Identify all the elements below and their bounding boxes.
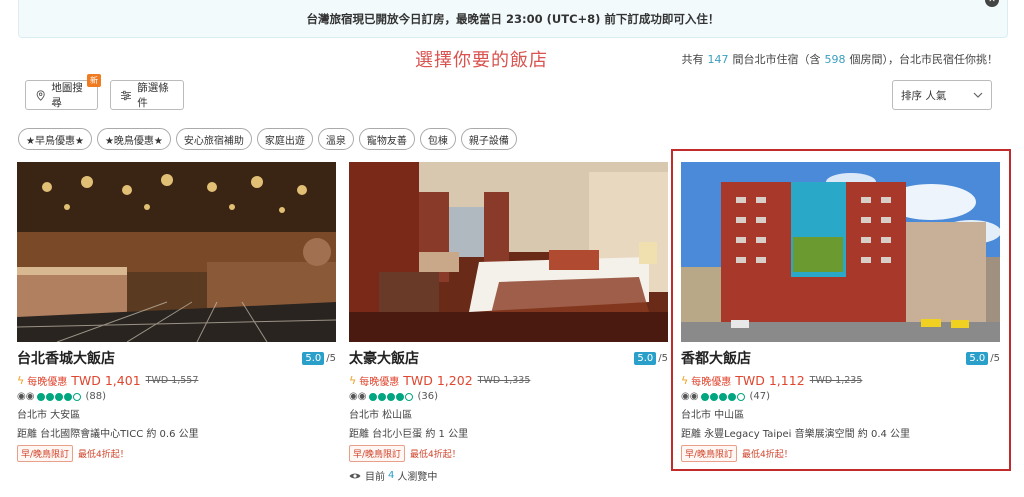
tag-whole-building[interactable]: 包棟 <box>419 128 456 150</box>
promo-row: 早/晚鳥限訂 最低4折起！ <box>349 445 668 462</box>
hotel-name[interactable]: 太豪大飯店 <box>349 348 419 368</box>
promo-row: 早/晚鳥限訂 最低4折起！ <box>17 445 336 462</box>
sort-label: 排序 人氣 <box>901 89 947 102</box>
selection-highlight-box <box>671 149 1011 471</box>
eye-icon <box>349 473 361 478</box>
filter-tags: ★早鳥優惠★ ★晚鳥優惠★ 安心旅宿補助 家庭出遊 溫泉 寵物友善 包棟 親子設… <box>18 128 517 150</box>
tag-kids-facilities[interactable]: 親子設備 <box>460 128 517 150</box>
lightning-icon: ϟ <box>349 374 357 387</box>
new-badge: 新 <box>87 74 101 87</box>
live-viewers: 目前 4 人瀏覽中 <box>349 468 668 483</box>
hotel-original-price: TWD 1,557 <box>145 375 199 386</box>
hotel-district: 台北市 松山區 <box>349 410 413 421</box>
room-count: 598 <box>824 53 846 66</box>
rating-dots <box>369 392 414 401</box>
rating-dots <box>37 392 82 401</box>
map-search-button[interactable]: 地圖搜尋 新 <box>25 74 101 110</box>
tag-early-bird[interactable]: ★早鳥優惠★ <box>18 128 92 150</box>
annotation-title: 選擇你要的飯店 <box>415 50 548 71</box>
price-row: ϟ 每晚優惠 TWD 1,401 TWD 1,557 <box>17 373 199 388</box>
hotel-district: 台北市 大安區 <box>17 410 81 421</box>
promo-text: 最低4折起！ <box>410 450 461 460</box>
hotel-price: TWD 1,401 <box>71 373 141 388</box>
map-search-label: 地圖搜尋 <box>51 82 83 109</box>
tripadvisor-owl-icon: ◉◉ <box>349 391 367 402</box>
hotel-distance: 距離 台北小巨蛋 約 1 公里 <box>349 429 469 440</box>
hotel-name[interactable]: 台北香城大飯店 <box>17 348 115 368</box>
hotel-score: 5.0/5 <box>302 351 336 365</box>
tripadvisor-rating: ◉◉ (36) <box>349 391 668 402</box>
review-count: (36) <box>417 391 438 402</box>
review-count: (88) <box>85 391 106 402</box>
hotel-card[interactable]: 太豪大飯店 5.0/5 ϟ 每晚優惠 TWD 1,202 TWD 1,335 ◉… <box>349 162 668 483</box>
tripadvisor-rating: ◉◉ (88) <box>17 391 336 402</box>
filter-label: 篩選條件 <box>137 82 169 109</box>
announcement-banner: 台灣旅宿現已開放今日訂房，最晚當日 23:00 (UTC+8) 前下訂成功即可入… <box>18 0 1008 38</box>
hotel-photo-lobby[interactable] <box>17 162 336 342</box>
results-summary: 共有 147 間台北市住宿（含 598 個房間），台北市民宿任你挑！ <box>681 53 999 66</box>
lightning-icon: ϟ <box>17 374 25 387</box>
filter-button[interactable]: 篩選條件 <box>110 80 184 110</box>
hotel-score: 5.0/5 <box>634 351 668 365</box>
hotel-original-price: TWD 1,335 <box>477 375 531 386</box>
tag-hot-spring[interactable]: 溫泉 <box>317 128 354 150</box>
promo-text: 最低4折起！ <box>78 450 129 460</box>
viewer-count: 4 <box>388 470 395 481</box>
chevron-down-icon <box>973 92 983 98</box>
hotel-card[interactable]: 台北香城大飯店 5.0/5 ϟ 每晚優惠 TWD 1,401 TWD 1,557… <box>17 162 336 462</box>
tag-subsidy[interactable]: 安心旅宿補助 <box>175 128 252 150</box>
property-count: 147 <box>707 53 729 66</box>
tripadvisor-owl-icon: ◉◉ <box>17 391 35 402</box>
tag-family[interactable]: 家庭出遊 <box>256 128 313 150</box>
hotel-distance: 距離 台北國際會議中心TICC 約 0.6 公里 <box>17 429 199 440</box>
promo-chip: 早/晚鳥限訂 <box>349 445 406 462</box>
sort-select[interactable]: 排序 人氣 <box>892 80 992 110</box>
map-pin-icon <box>36 89 45 101</box>
hotel-photo-room[interactable] <box>349 162 668 342</box>
banner-text: 台灣旅宿現已開放今日訂房，最晚當日 23:00 (UTC+8) 前下訂成功即可入… <box>306 11 720 26</box>
hotel-price: TWD 1,202 <box>403 373 473 388</box>
close-icon[interactable]: ✕ <box>985 0 999 7</box>
tag-late-bird[interactable]: ★晚鳥優惠★ <box>96 128 171 150</box>
price-row: ϟ 每晚優惠 TWD 1,202 TWD 1,335 <box>349 373 531 388</box>
promo-chip: 早/晚鳥限訂 <box>17 445 74 462</box>
sliders-icon <box>121 90 132 100</box>
tag-pet-friendly[interactable]: 寵物友善 <box>358 128 415 150</box>
